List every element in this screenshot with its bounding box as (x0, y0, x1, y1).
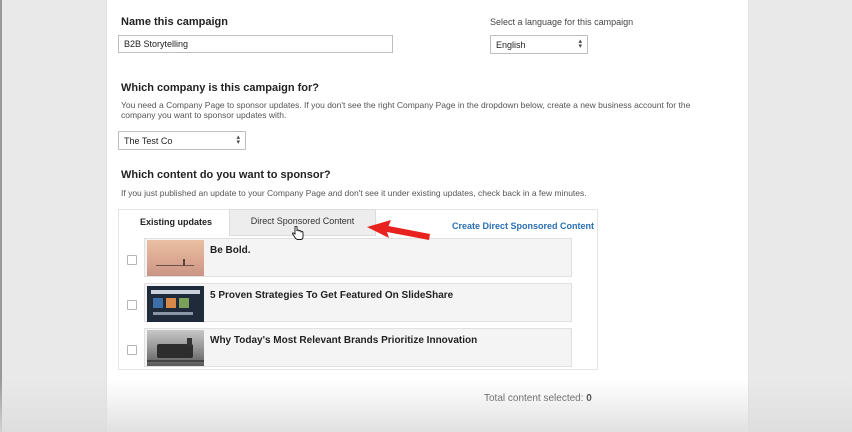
update-checkbox[interactable] (127, 300, 137, 310)
annotation-arrow-icon (367, 220, 430, 240)
update-title[interactable]: Be Bold. (210, 245, 251, 256)
total-content-selected: Total content selected: 0 (484, 393, 592, 404)
vintage-train-image (147, 330, 204, 366)
total-value: 0 (586, 393, 592, 404)
update-row[interactable] (144, 283, 572, 322)
update-title[interactable]: 5 Proven Strategies To Get Featured On S… (210, 290, 453, 301)
company-select-value: The Test Co (124, 136, 173, 146)
select-arrows-icon: ▴ ▾ (236, 134, 240, 146)
campaign-name-input[interactable]: B2B Storytelling (118, 35, 393, 53)
update-row[interactable] (144, 238, 572, 277)
language-label: Select a language for this campaign (490, 17, 634, 27)
update-checkbox[interactable] (127, 255, 137, 265)
content-help-text: If you just published an update to your … (121, 188, 587, 198)
campaign-form-card: Name this campaign B2B Storytelling Sele… (106, 0, 749, 432)
language-select-value: English (496, 40, 526, 50)
company-help-line-2: company you want to sponsor updates with… (121, 110, 287, 120)
company-heading: Which company is this campaign for? (121, 82, 320, 94)
update-row[interactable] (144, 328, 572, 367)
company-select[interactable]: The Test Co ▴ ▾ (118, 131, 246, 150)
select-arrows-icon: ▴ ▾ (578, 38, 582, 50)
tab-existing-updates[interactable]: Existing updates (140, 217, 212, 227)
sunset-pier-image (147, 240, 204, 276)
campaign-name-label: Name this campaign (121, 16, 228, 28)
slideshare-screenshot-image (147, 286, 204, 322)
language-select[interactable]: English ▴ ▾ (490, 35, 588, 54)
create-direct-sponsored-content-link[interactable]: Create Direct Sponsored Content (452, 221, 594, 231)
window-edge (0, 0, 2, 432)
update-checkbox[interactable] (127, 345, 137, 355)
company-help-text: You need a Company Page to sponsor updat… (121, 100, 731, 120)
company-help-line-1: You need a Company Page to sponsor updat… (121, 100, 691, 110)
update-title[interactable]: Why Today's Most Relevant Brands Priorit… (210, 335, 477, 346)
total-label: Total content selected: (484, 393, 584, 404)
hand-cursor-icon (292, 226, 304, 240)
content-heading: Which content do you want to sponsor? (121, 169, 331, 181)
